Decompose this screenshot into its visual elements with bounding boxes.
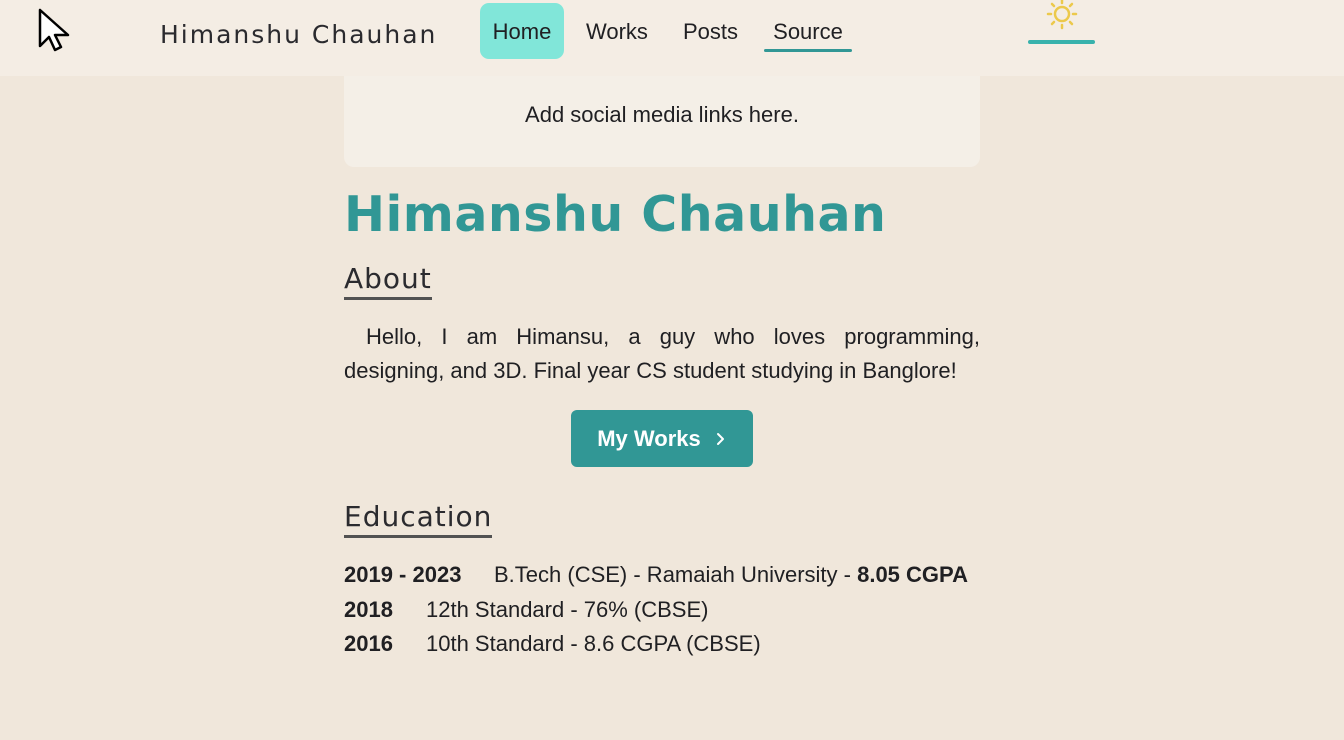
about-heading: About xyxy=(344,262,432,300)
education-item: 2018 12th Standard - 76% (CBSE) xyxy=(344,593,980,628)
navbar: Himanshu Chauhan Home Works Posts Source xyxy=(0,0,1344,76)
nav-source[interactable]: Source xyxy=(764,3,852,59)
social-links-text: Add social media links here. xyxy=(525,102,799,127)
education-year: 2019 - 2023 xyxy=(344,562,462,587)
education-grade: 8.05 CGPA xyxy=(857,562,968,587)
education-list: 2019 - 2023 B.Tech (CSE) - Ramaiah Univer… xyxy=(344,558,980,662)
education-item: 2019 - 2023 B.Tech (CSE) - Ramaiah Univer… xyxy=(344,558,980,593)
main-content: Himanshu Chauhan About Hello, I am Himan… xyxy=(344,180,980,656)
education-description: B.Tech (CSE) - Ramaiah University - xyxy=(494,562,858,587)
nav-works[interactable]: Works xyxy=(574,3,660,59)
social-links-box: Add social media links here. xyxy=(344,65,980,167)
theme-toggle-button[interactable] xyxy=(1028,0,1095,46)
education-heading: Education xyxy=(344,500,493,538)
mouse-cursor-icon xyxy=(38,8,70,52)
education-item: 2016 10th Standard - 8.6 CGPA (CBSE) xyxy=(344,627,980,662)
education-year: 2018 xyxy=(344,596,393,622)
page-title: Himanshu Chauhan xyxy=(344,186,887,243)
nav-posts[interactable]: Posts xyxy=(671,3,750,59)
about-text: Hello, I am Himansu, a guy who loves pro… xyxy=(344,324,980,383)
my-works-button[interactable]: My Works xyxy=(571,410,753,467)
education-year: 2016 xyxy=(344,631,393,656)
theme-toggle-underline xyxy=(1028,40,1095,44)
chevron-right-icon xyxy=(716,432,724,445)
nav-home[interactable]: Home xyxy=(480,3,564,59)
education-description: 10th Standard - 8.6 CGPA (CBSE) xyxy=(426,631,761,656)
my-works-label: My Works xyxy=(597,425,701,451)
brand-logo[interactable]: Himanshu Chauhan xyxy=(160,20,437,49)
sun-icon xyxy=(1046,0,1078,30)
education-description: 12th Standard - 76% (CBSE) xyxy=(426,596,709,622)
